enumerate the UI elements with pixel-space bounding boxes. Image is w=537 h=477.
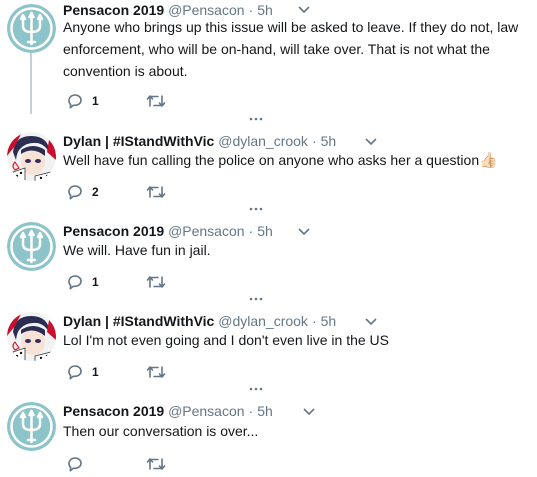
retweet-icon — [146, 276, 166, 288]
avatar-dylan[interactable] — [7, 312, 56, 361]
reply-icon — [68, 185, 82, 200]
tweet-text: Then our conversation is over... — [63, 423, 259, 439]
chevron-down-icon[interactable] — [297, 224, 311, 238]
avatar-dylan[interactable] — [7, 132, 56, 181]
retweet-button[interactable] — [146, 455, 166, 473]
author-name[interactable]: Dylan | #IStandWithVic — [63, 313, 214, 329]
tweet-time[interactable]: 5h — [321, 133, 337, 149]
retweet-button[interactable] — [146, 92, 166, 110]
avatar-pensacon[interactable] — [7, 4, 56, 53]
reply-button[interactable]: 1 — [67, 273, 99, 291]
tweet-time[interactable]: 5h — [257, 403, 273, 419]
more-dots-icon[interactable] — [249, 207, 263, 211]
retweet-icon — [146, 458, 166, 470]
more-dots-icon[interactable] — [249, 117, 263, 121]
tweet-header: Pensacon 2019 @Pensacon · 5h — [63, 223, 273, 239]
retweet-button[interactable] — [146, 363, 166, 381]
author-handle[interactable]: @dylan_crook — [218, 133, 308, 149]
reply-button[interactable]: 1 — [67, 363, 99, 381]
author-handle[interactable]: @Pensacon — [168, 403, 244, 419]
reply-icon — [68, 275, 82, 290]
reply-button[interactable]: 1 — [67, 92, 99, 110]
more-dots-icon[interactable] — [249, 297, 263, 301]
author-name[interactable]: Dylan | #IStandWithVic — [63, 133, 214, 149]
author-name[interactable]: Pensacon 2019 — [63, 223, 164, 239]
reply-count: 1 — [92, 94, 99, 108]
reply-button[interactable]: 2 — [67, 183, 99, 201]
reply-icon — [68, 457, 82, 472]
chevron-down-icon[interactable] — [364, 134, 378, 148]
retweet-button[interactable] — [146, 273, 166, 291]
author-handle[interactable]: @dylan_crook — [218, 313, 308, 329]
avatar-pensacon[interactable] — [7, 402, 56, 451]
trident-avatar-icon — [7, 4, 56, 53]
tweet-time[interactable]: 5h — [257, 223, 273, 239]
thread-line — [30, 52, 32, 114]
tweet-text: Anyone who brings up this issue will be … — [63, 19, 519, 79]
author-name[interactable]: Pensacon 2019 — [63, 403, 164, 419]
tweet-text: Well have fun calling the police on anyo… — [63, 149, 523, 172]
chevron-down-icon[interactable] — [302, 404, 316, 418]
reply-count: 1 — [92, 365, 99, 379]
tweet-text-content: Well have fun calling the police on anyo… — [63, 152, 480, 168]
tweet-time[interactable]: 5h — [321, 313, 337, 329]
chevron-down-icon[interactable] — [297, 2, 311, 16]
reply-button[interactable] — [67, 455, 92, 473]
more-dots-icon[interactable] — [249, 387, 263, 391]
tweet-header: Pensacon 2019 @Pensacon · 5h — [63, 403, 273, 419]
trident-avatar-icon — [7, 222, 56, 271]
reply-count: 2 — [92, 185, 99, 199]
reply-icon — [68, 365, 82, 380]
retweet-icon — [146, 95, 166, 107]
tweet-text: Lol I'm not even going and I don't even … — [63, 332, 389, 348]
reply-icon — [68, 94, 82, 109]
reply-count: 1 — [92, 275, 99, 289]
tweet-text: We will. Have fun in jail. — [63, 242, 211, 258]
trident-avatar-icon — [7, 402, 56, 451]
retweet-icon — [146, 186, 166, 198]
avatar-pensacon[interactable] — [7, 222, 56, 271]
thumbs-up-emoji: 👍🏻 — [479, 152, 498, 169]
tweet-header: Dylan | #IStandWithVic @dylan_crook · 5h — [63, 313, 337, 329]
retweet-icon — [146, 366, 166, 378]
anime-avatar-icon — [7, 312, 56, 361]
chevron-down-icon[interactable] — [364, 314, 378, 328]
author-handle[interactable]: @Pensacon — [168, 223, 244, 239]
retweet-button[interactable] — [146, 183, 166, 201]
anime-avatar-icon — [7, 132, 56, 181]
tweet-header: Dylan | #IStandWithVic @dylan_crook · 5h — [63, 133, 337, 149]
